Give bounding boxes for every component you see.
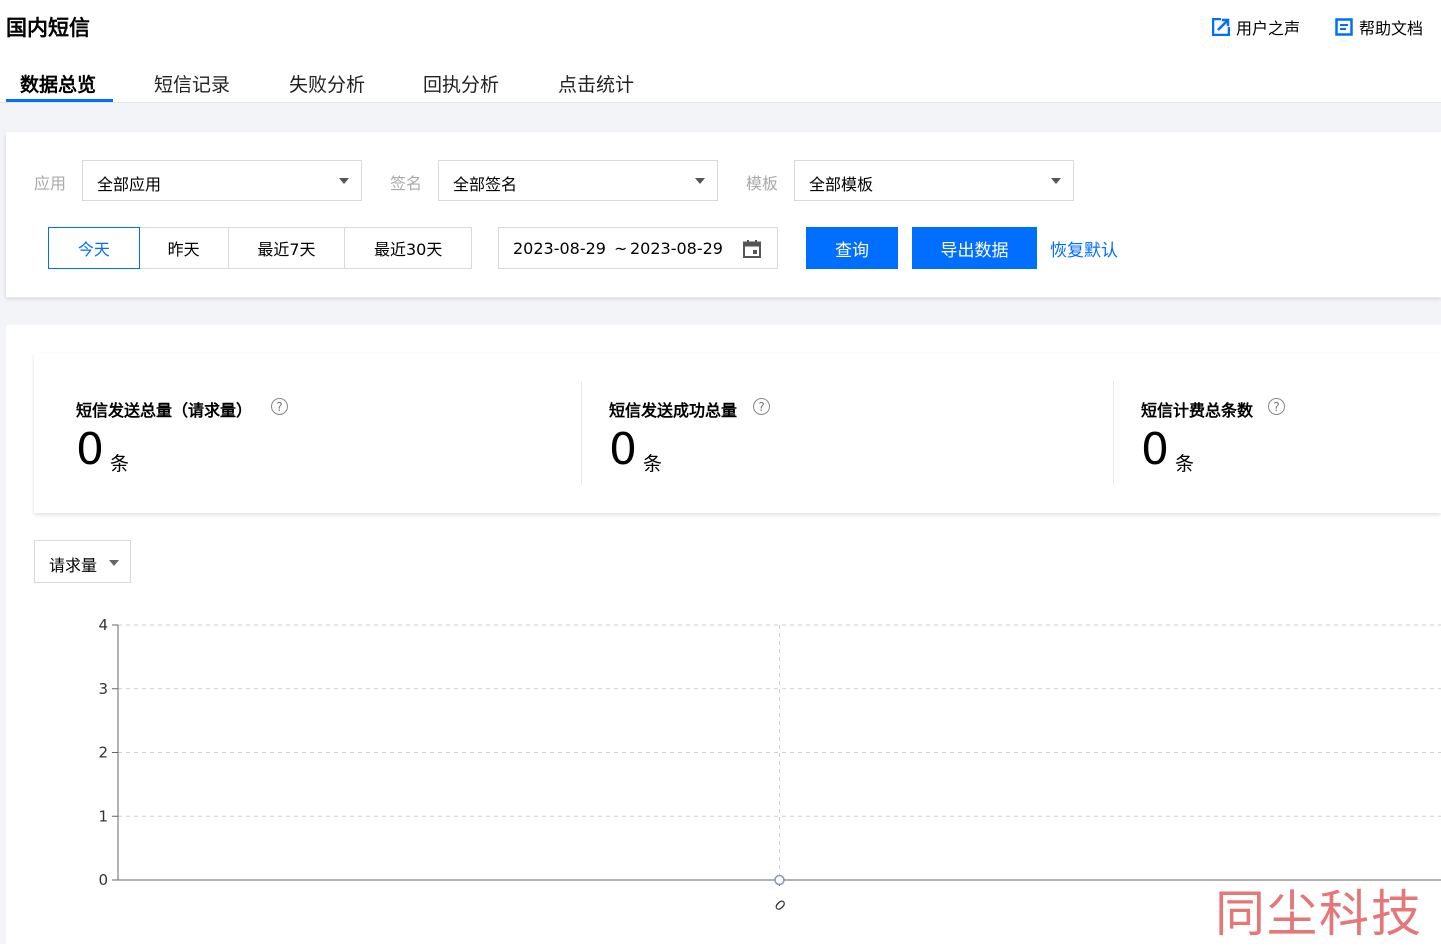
watermark-text: 同尘科技 <box>1215 885 1423 943</box>
tab-failure-analysis[interactable]: 失败分析 <box>289 70 365 97</box>
stat-label-total-requests: 短信发送总量（请求量） <box>76 401 253 420</box>
y-tick-label: 4 <box>98 616 108 634</box>
filter-panel <box>6 132 1441 297</box>
date-end: 2023-08-29 <box>630 239 723 258</box>
help-docs-label: 帮助文档 <box>1359 19 1424 38</box>
data-point <box>774 874 785 886</box>
sign-select-value: 全部签名 <box>453 175 518 194</box>
metric-select[interactable]: 请求量 <box>34 540 131 583</box>
y-tick-label: 0 <box>98 871 108 889</box>
range-30days-button[interactable]: 最近30天 <box>345 228 471 268</box>
stat-value-total-success: 0 <box>609 424 637 475</box>
caret-down-icon <box>695 178 705 184</box>
date-range-presets: 今天 昨天 最近7天 最近30天 <box>48 227 472 269</box>
date-range-picker[interactable]: 2023-08-29 ~ 2023-08-29 <box>498 227 778 269</box>
tab-sms-records[interactable]: 短信记录 <box>154 70 230 97</box>
reset-default-link[interactable]: 恢复默认 <box>1050 236 1118 261</box>
stat-divider <box>581 381 582 485</box>
external-link-icon <box>1212 18 1230 36</box>
stat-label-billed-count: 短信计费总条数 <box>1141 401 1254 420</box>
date-separator: ~ <box>614 239 628 258</box>
user-voice-link[interactable]: 用户之声 <box>1212 15 1300 39</box>
tab-receipt-analysis[interactable]: 回执分析 <box>423 70 499 97</box>
sign-filter-label: 签名 <box>390 174 423 193</box>
caret-down-icon <box>1051 178 1061 184</box>
page-title: 国内短信 <box>6 16 90 40</box>
query-button[interactable]: 查询 <box>806 227 898 269</box>
help-circle-icon[interactable]: ? <box>271 398 288 415</box>
template-filter-label: 模板 <box>746 174 779 193</box>
stat-unit: 条 <box>1175 453 1195 475</box>
tab-overview[interactable]: 数据总览 <box>20 70 96 97</box>
stat-label-total-success: 短信发送成功总量 <box>609 401 738 420</box>
range-today-button[interactable]: 今天 <box>48 227 140 269</box>
metric-select-value: 请求量 <box>49 556 98 575</box>
section-gap <box>0 103 1441 132</box>
caret-down-icon <box>339 178 349 184</box>
app-select[interactable]: 全部应用 <box>82 160 362 201</box>
template-select-value: 全部模板 <box>809 175 874 194</box>
help-circle-icon[interactable]: ? <box>753 398 770 415</box>
range-7days-button[interactable]: 最近7天 <box>229 228 346 268</box>
export-data-button[interactable]: 导出数据 <box>912 227 1037 269</box>
y-tick-label: 3 <box>98 680 108 698</box>
y-tick-label: 2 <box>98 744 108 762</box>
help-circle-icon[interactable]: ? <box>1268 398 1285 415</box>
date-start: 2023-08-29 <box>513 239 606 258</box>
caret-down-icon <box>109 560 119 566</box>
stat-unit: 条 <box>643 453 663 475</box>
help-docs-link[interactable]: 帮助文档 <box>1335 15 1423 39</box>
stat-divider <box>1113 381 1114 485</box>
calendar-icon <box>743 240 761 258</box>
stat-value-billed-count: 0 <box>1141 424 1169 475</box>
section-gap <box>0 298 1441 325</box>
stats-panel <box>34 353 1441 513</box>
tab-click-stats[interactable]: 点击统计 <box>558 70 634 97</box>
sign-select[interactable]: 全部签名 <box>438 160 718 201</box>
stat-unit: 条 <box>110 453 130 475</box>
y-tick-label: 1 <box>98 807 108 825</box>
document-icon <box>1335 18 1353 36</box>
x-tick-label: 0 <box>771 897 789 915</box>
range-yesterday-button[interactable]: 昨天 <box>140 228 229 268</box>
stat-value-total-requests: 0 <box>76 424 104 475</box>
app-filter-label: 应用 <box>34 174 67 193</box>
template-select[interactable]: 全部模板 <box>794 160 1074 201</box>
app-select-value: 全部应用 <box>97 175 162 194</box>
user-voice-label: 用户之声 <box>1236 19 1301 38</box>
